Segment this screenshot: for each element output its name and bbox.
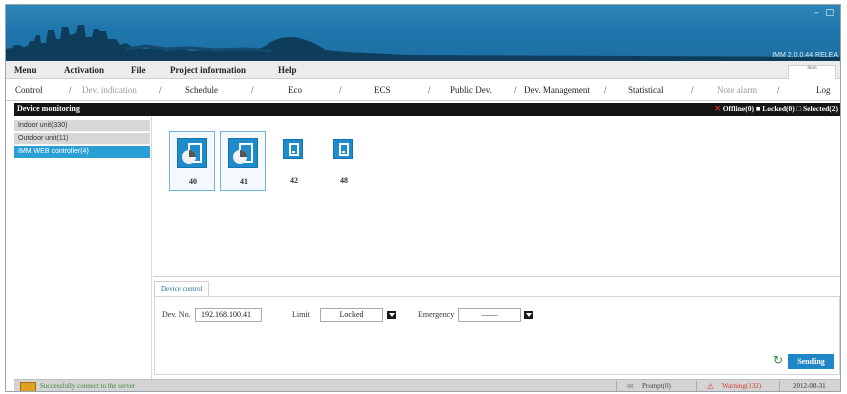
emergency-label: Emergency bbox=[418, 310, 455, 319]
device-grid: 40 41 42 48 bbox=[153, 117, 840, 277]
device-tile[interactable]: 41 bbox=[220, 131, 266, 191]
sending-button[interactable]: Sending bbox=[788, 354, 834, 369]
tab-separator: / bbox=[251, 85, 254, 95]
menu-item-activation[interactable]: Activation bbox=[64, 65, 104, 75]
limit-dropdown-icon[interactable] bbox=[387, 311, 396, 319]
tab-ecs[interactable]: ECS bbox=[374, 85, 391, 95]
dev-no-label: Dev. No. bbox=[162, 310, 191, 319]
lock-icon: ■ bbox=[755, 104, 761, 113]
nav-tabs: Control / Dev. indication / Schedule / E… bbox=[6, 79, 840, 101]
refresh-icon[interactable]: ↻ bbox=[773, 353, 783, 367]
controller-icon bbox=[177, 138, 207, 168]
tab-separator: / bbox=[159, 85, 162, 95]
skin-tab[interactable]: Skin bbox=[788, 65, 836, 79]
tab-separator: / bbox=[777, 85, 780, 95]
status-divider bbox=[779, 381, 780, 391]
selected-count: Selected(2) bbox=[803, 104, 838, 113]
prompt-icon: ✉ bbox=[627, 382, 634, 391]
app-window: – □ IMM 2.0.0.44 RELEA Menu Activation F… bbox=[5, 4, 841, 392]
tab-dev-management[interactable]: Dev. Management bbox=[524, 85, 590, 95]
tab-separator: / bbox=[428, 85, 431, 95]
tab-separator: / bbox=[339, 85, 342, 95]
menu-item-menu[interactable]: Menu bbox=[14, 65, 37, 75]
tab-separator: / bbox=[514, 85, 517, 95]
status-summary: ✕ Offline(0) ■ Locked(0) □ Selected(2) bbox=[715, 104, 838, 113]
device-tile[interactable]: 40 bbox=[169, 131, 215, 191]
menu-item-file[interactable]: File bbox=[131, 65, 146, 75]
prompt-count[interactable]: Prompt(0) bbox=[642, 382, 671, 390]
limit-select[interactable]: Locked bbox=[320, 308, 383, 322]
tab-eco[interactable]: Eco bbox=[288, 85, 302, 95]
emergency-dropdown-icon[interactable] bbox=[524, 311, 533, 319]
device-number: 40 bbox=[189, 177, 197, 186]
offline-icon: ✕ bbox=[714, 104, 721, 113]
status-divider bbox=[696, 381, 697, 391]
status-divider bbox=[616, 381, 617, 391]
device-control-box: Dev. No. 192.168.100.41 Limit Locked Eme… bbox=[154, 296, 840, 375]
tab-statistical[interactable]: Statistical bbox=[628, 85, 664, 95]
controller-icon bbox=[333, 139, 353, 159]
warning-count[interactable]: Warning(132) bbox=[722, 382, 761, 390]
list-item-outdoor-unit[interactable]: Outdoor unit(11) bbox=[14, 133, 150, 145]
offline-count: Offline(0) bbox=[722, 104, 754, 113]
tab-separator: / bbox=[604, 85, 607, 95]
menu-item-project-information[interactable]: Project information bbox=[170, 65, 246, 75]
window-controls[interactable]: – □ bbox=[814, 8, 836, 18]
locked-count: Locked(0) bbox=[762, 104, 795, 113]
tab-separator: / bbox=[691, 85, 694, 95]
server-connection-icon bbox=[20, 382, 36, 391]
tab-schedule[interactable]: Schedule bbox=[185, 85, 218, 95]
limit-label: Limit bbox=[292, 310, 310, 319]
tab-control[interactable]: Control bbox=[15, 85, 43, 95]
controller-icon bbox=[228, 138, 258, 168]
version-label: IMM 2.0.0.44 RELEA bbox=[772, 52, 838, 59]
controller-icon bbox=[283, 139, 303, 159]
device-type-list: Indoor unit(330) Outdoor unit(11) IMM WE… bbox=[14, 117, 152, 379]
tab-log[interactable]: Log bbox=[816, 85, 831, 95]
warning-icon: ⚠ bbox=[707, 382, 715, 391]
datetime: 2012-08-31 15:34:42 bbox=[793, 382, 826, 391]
connection-message: Successfully connect to the server bbox=[40, 382, 136, 390]
header-banner: – □ IMM 2.0.0.44 RELEA bbox=[6, 5, 840, 61]
selected-icon: □ bbox=[796, 104, 802, 113]
device-monitoring-bar: Device monitoring ✕ Offline(0) ■ Locked(… bbox=[14, 103, 840, 116]
device-tile[interactable]: 42 bbox=[271, 131, 317, 191]
tab-separator: / bbox=[69, 85, 72, 95]
dev-no-field[interactable]: 192.168.100.41 bbox=[195, 308, 262, 322]
city-skyline-graphic bbox=[6, 25, 840, 61]
device-tile[interactable]: 48 bbox=[321, 131, 367, 191]
tab-public-dev[interactable]: Public Dev. bbox=[450, 85, 492, 95]
list-item-indoor-unit[interactable]: Indoor unit(330) bbox=[14, 120, 150, 132]
device-number: 48 bbox=[340, 176, 348, 185]
tab-dev-indication[interactable]: Dev. indication bbox=[82, 85, 137, 95]
emergency-select[interactable]: —— bbox=[458, 308, 521, 322]
list-item-imm-web-controller[interactable]: IMM WEB controller(4) bbox=[14, 146, 150, 158]
tab-device-control[interactable]: Device control bbox=[154, 281, 210, 296]
device-number: 41 bbox=[240, 177, 248, 186]
device-number: 42 bbox=[290, 176, 298, 185]
menu-item-help[interactable]: Help bbox=[278, 65, 297, 75]
menu-bar: Menu Activation File Project information… bbox=[6, 61, 840, 79]
section-title: Device monitoring bbox=[17, 104, 80, 113]
device-control-panel: Device control Dev. No. 192.168.100.41 L… bbox=[153, 279, 840, 377]
status-bar: Successfully connect to the server ✉ Pro… bbox=[14, 379, 840, 391]
tab-note-alarm[interactable]: Note alarm bbox=[717, 85, 757, 95]
